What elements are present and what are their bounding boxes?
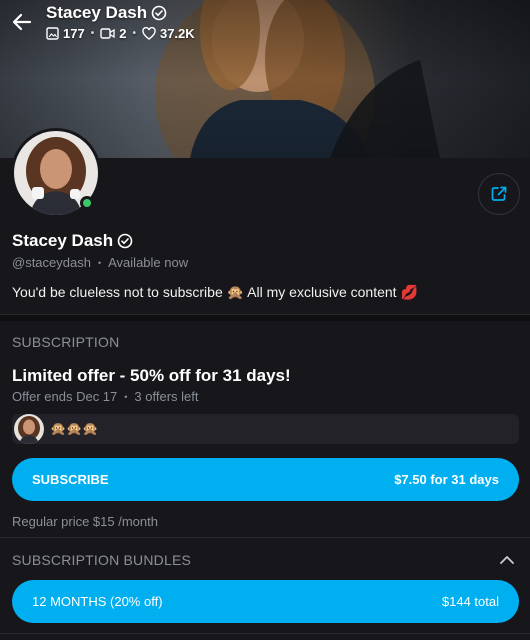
bundle-price: $144 total — [441, 594, 499, 609]
subscription-section-title: SUBSCRIPTION — [12, 334, 120, 350]
profile-bio: You'd be clueless not to subscribe 🙊 All… — [12, 284, 418, 300]
likes-stat: 37.2K — [142, 26, 195, 41]
offers-left: 3 offers left — [134, 389, 199, 404]
profile-status: Available now — [108, 255, 189, 270]
online-indicator — [80, 196, 94, 210]
stat-separator: • — [132, 28, 136, 39]
profile-meta: @staceydash • Available now — [12, 255, 188, 270]
regular-price: Regular price $15 /month — [12, 514, 158, 529]
image-icon — [46, 27, 59, 40]
section-divider — [0, 314, 530, 321]
subscribe-button[interactable]: SUBSCRIBE $7.50 for 31 days — [12, 458, 519, 501]
profile-name-row: Stacey Dash — [12, 231, 133, 251]
likes-count: 37.2K — [159, 26, 195, 41]
section-divider — [0, 633, 530, 634]
bundles-section-title: SUBSCRIPTION BUNDLES — [12, 552, 192, 568]
share-icon — [491, 186, 507, 201]
header-name: Stacey Dash — [46, 3, 148, 22]
section-divider — [0, 537, 530, 538]
heart-icon — [142, 27, 156, 40]
offer-meta: Offer ends Dec 17 • 3 offers left — [12, 389, 199, 404]
header-title: Stacey Dash — [46, 3, 167, 23]
offer-ends: Offer ends Dec 17 — [12, 389, 118, 404]
stat-separator: • — [90, 28, 95, 39]
photos-stat[interactable]: 177 — [46, 26, 85, 41]
meta-separator: • — [124, 391, 128, 402]
share-button[interactable] — [478, 173, 520, 215]
bundle-label: 12 MONTHS (20% off) — [32, 594, 163, 609]
subscribe-label: SUBSCRIBE — [32, 472, 109, 487]
bundle-12-months-button[interactable]: 12 MONTHS (20% off) $144 total — [12, 580, 519, 623]
verified-icon — [117, 233, 133, 249]
profile-handle: @staceydash — [12, 255, 91, 270]
profile-name: Stacey Dash — [12, 231, 114, 250]
header-stats: 177 • 2 • 37.2K — [46, 26, 195, 41]
offer-message: 🙊🙊🙊 — [12, 414, 519, 444]
chevron-up-icon[interactable] — [498, 551, 516, 569]
video-icon — [100, 28, 115, 39]
videos-count: 2 — [119, 26, 127, 41]
subscribe-price: $7.50 for 31 days — [394, 472, 499, 487]
meta-separator: • — [97, 257, 102, 268]
message-avatar — [14, 414, 44, 444]
offer-message-text: 🙊🙊🙊 — [50, 421, 99, 436]
videos-stat[interactable]: 2 — [100, 26, 126, 41]
photos-count: 177 — [63, 26, 85, 41]
message-avatar-photo — [14, 414, 44, 444]
verified-icon — [151, 5, 167, 21]
offer-title: Limited offer - 50% off for 31 days! — [12, 366, 291, 385]
back-arrow-icon[interactable] — [10, 10, 34, 34]
